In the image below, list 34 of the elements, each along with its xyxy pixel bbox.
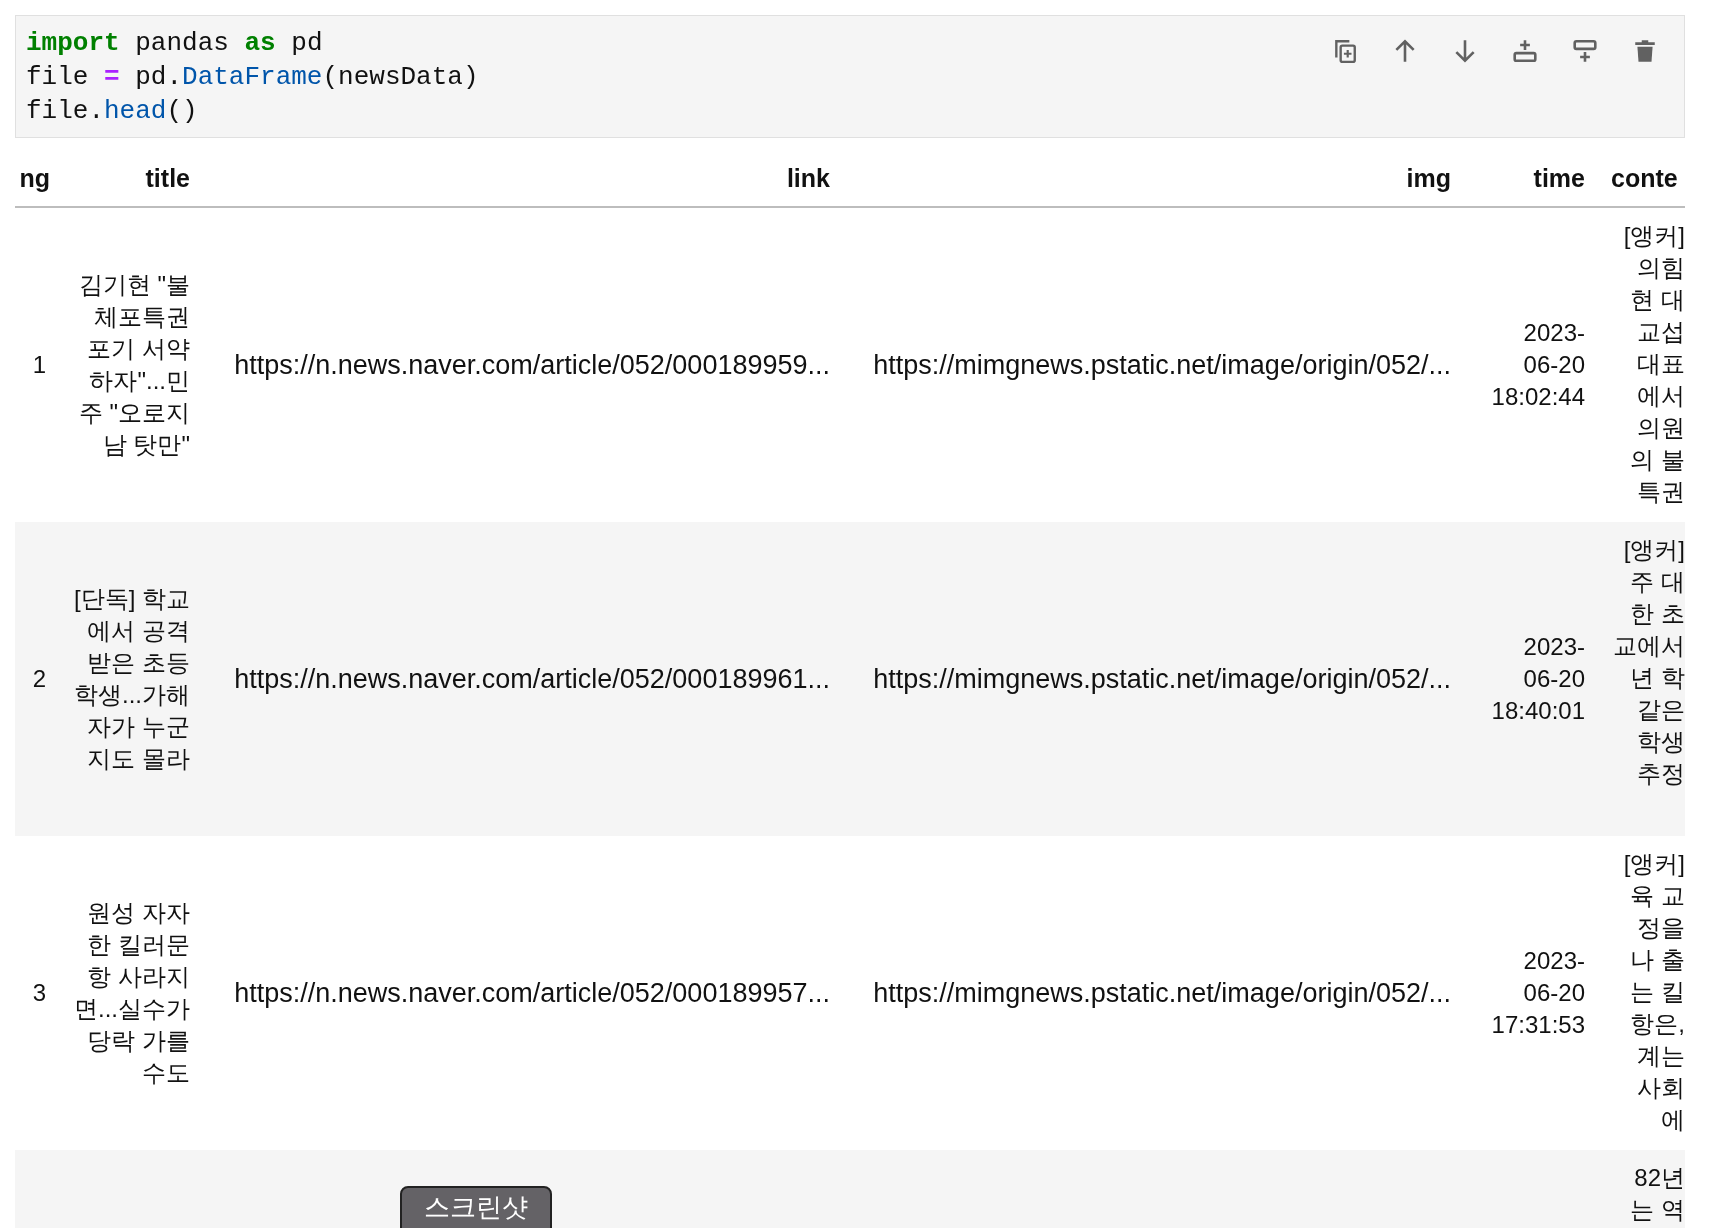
table-cell: 82년 는 역	[1630, 1164, 1685, 1223]
insert-below-icon[interactable]	[1572, 38, 1598, 64]
table-cell: https://mimgnews.pstatic.net/image/origin/052/...	[873, 664, 1451, 694]
column-header: conte	[1610, 163, 1679, 193]
table-cell: 원성 자자 한 킬러문 항 사라지 면...실수가 당락 가를 수도	[74, 899, 190, 1086]
trash-icon[interactable]	[1632, 38, 1658, 64]
table-cell: [앵커] 의힘 현 대 교섭 대표 에서 의원 의 불 특권	[1623, 222, 1685, 505]
table-cell: https://n.news.naver.com/article/052/000189959...	[234, 350, 830, 380]
table-cell-text: 2023-06-20 17:31:53	[1491, 946, 1585, 1040]
row-index: 2	[32, 664, 47, 694]
row-index: 3	[32, 978, 47, 1008]
column-header: title	[144, 163, 190, 193]
row-index: 1	[32, 350, 47, 380]
code-line: file = pd.DataFrame(newsData)	[26, 61, 479, 94]
code-cell[interactable]: import pandas as pd file = pd.DataFrame(newsData) file.head()	[15, 15, 1685, 138]
table-cell: https://mimgnews.pstatic.net/image/origin/052/...	[873, 978, 1451, 1008]
insert-above-icon[interactable]	[1512, 38, 1538, 64]
table-cell: [앵커] 육 교 정을 나 출 는 킬 항은, 계는 사회 에	[1623, 850, 1685, 1133]
table-cell: [단독] 학교 에서 공격 받은 초등 학생...가해 자가 누군 지도 몰라	[74, 585, 190, 772]
table-cell: [앵커] 주 대 한 초 교에서 년 학 같은 학생 추정	[1613, 536, 1685, 787]
table-cell-text: 2023-06-20 18:02:44	[1491, 318, 1585, 412]
screenshot-button[interactable]: 스크린샷	[400, 1186, 552, 1228]
table-cell: 김기현 "불 체포특권 포기 서약 하자"...민 주 "오로지 남 탓만"	[78, 271, 190, 458]
column-header: ng	[18, 163, 50, 193]
table-cell: https://n.news.naver.com/article/052/000189961...	[234, 664, 830, 694]
table-cell: https://n.news.naver.com/article/052/000189957...	[234, 978, 830, 1008]
table-cell-text: 2023-06-20 18:40:01	[1491, 632, 1585, 726]
table-cell: https://mimgnews.pstatic.net/image/origin/052/...	[873, 350, 1451, 380]
column-header: img	[1405, 163, 1451, 193]
column-header: link	[785, 163, 830, 193]
column-header: time	[1532, 163, 1585, 193]
code-line: import pandas as pd	[26, 27, 324, 60]
copy-icon[interactable]	[1332, 38, 1358, 64]
code-line: file.head()	[26, 95, 199, 128]
